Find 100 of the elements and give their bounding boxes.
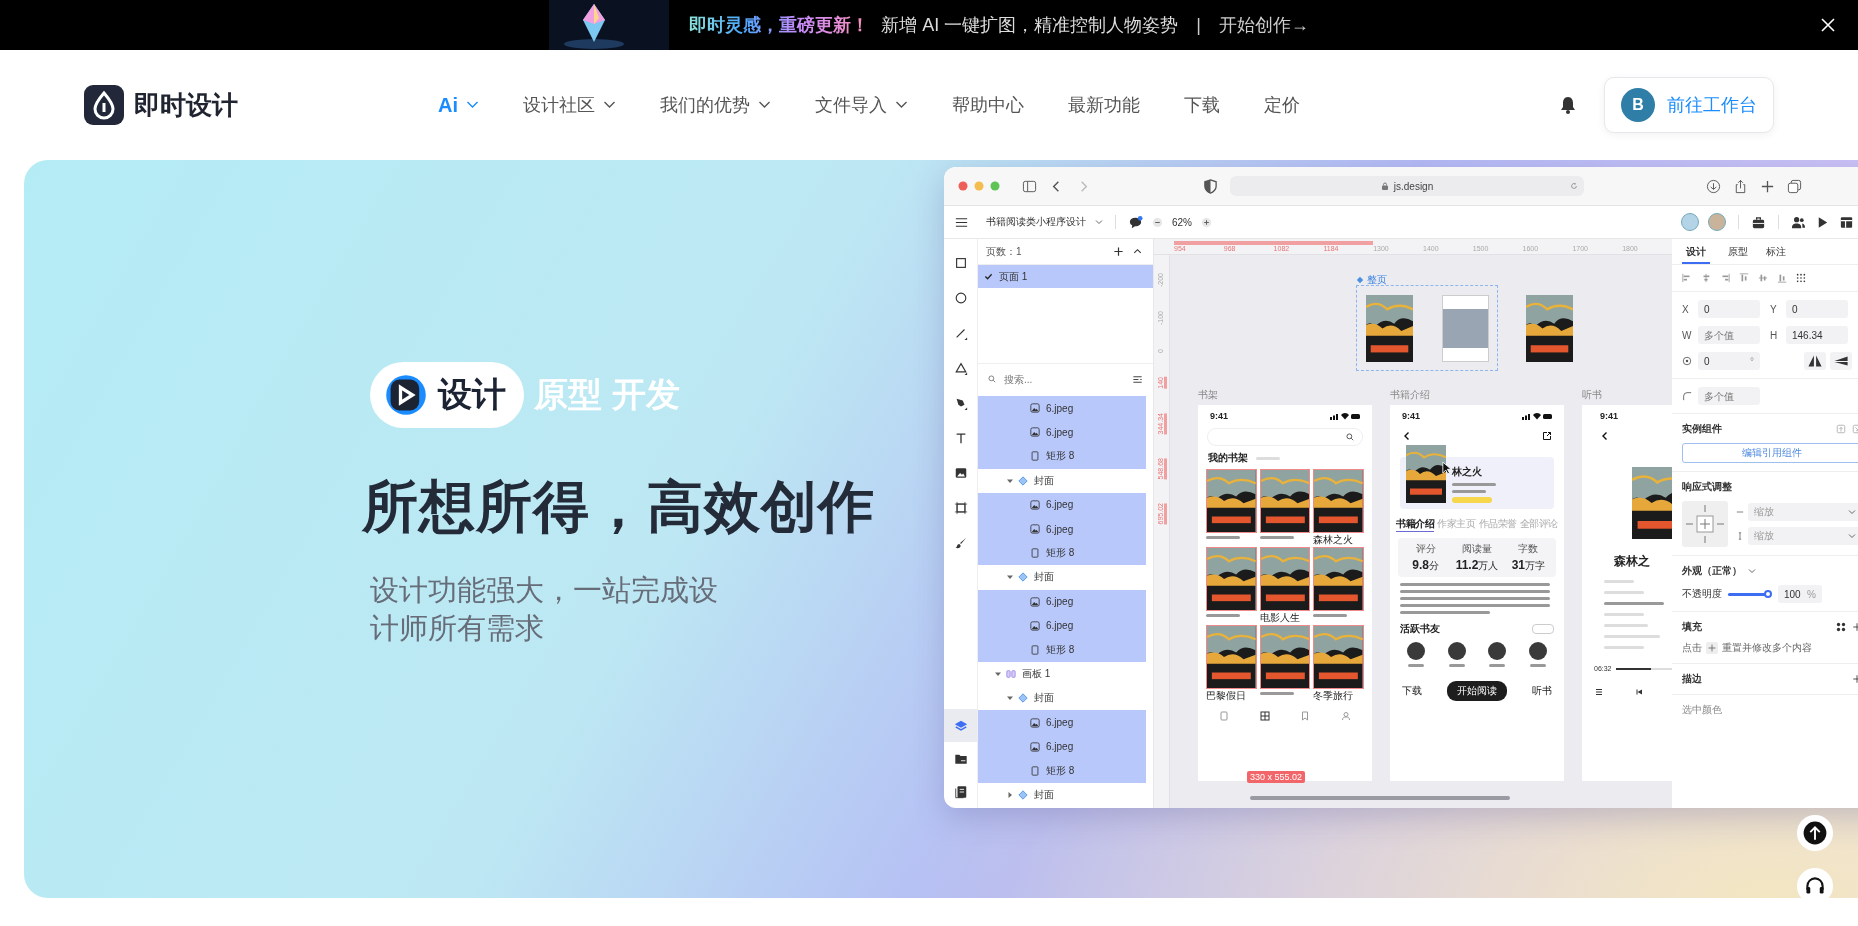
address-bar[interactable]: js.design — [1230, 176, 1584, 196]
flip-vertical-icon[interactable] — [1830, 352, 1852, 370]
back-icon[interactable] — [1600, 431, 1610, 441]
layer-item[interactable]: 封面 — [978, 783, 1146, 808]
slider-thumb[interactable] — [1764, 590, 1772, 598]
nav-item[interactable]: 设计社区 — [523, 93, 616, 117]
nav-item[interactable]: 定价 — [1264, 93, 1300, 117]
radius-field[interactable]: 多个值 — [1698, 387, 1760, 405]
align-icon[interactable] — [1739, 273, 1749, 283]
shield-icon[interactable] — [1203, 178, 1218, 194]
nav-item[interactable]: 帮助中心 — [952, 93, 1024, 117]
share-icon[interactable] — [1542, 431, 1552, 441]
ellipse-tool-icon[interactable] — [953, 290, 968, 305]
list-icon[interactable] — [1594, 687, 1604, 697]
tab[interactable]: 书籍介绍 — [1396, 517, 1434, 532]
brand-name[interactable]: 即时设计 — [134, 87, 238, 123]
nav-item[interactable]: 下载 — [1184, 93, 1220, 117]
layer-item[interactable]: 封面 — [978, 565, 1146, 590]
tabs-overview-icon[interactable] — [1787, 178, 1802, 194]
nav-item[interactable]: 我们的优势 — [660, 93, 771, 117]
book-icon[interactable] — [953, 784, 968, 799]
comment-icon[interactable] — [1128, 214, 1143, 230]
layer-item[interactable]: 6.jpeg — [978, 492, 1146, 517]
align-icon[interactable] — [1758, 273, 1768, 283]
search-field[interactable] — [1208, 429, 1362, 445]
layer-item[interactable]: 6.jpeg — [978, 613, 1146, 638]
close-icon[interactable] — [1820, 17, 1836, 33]
number-field[interactable]: 多个值 — [1698, 326, 1760, 344]
text-placeholder — [1604, 613, 1644, 616]
align-icon[interactable] — [1720, 273, 1730, 283]
brush-tool-icon[interactable] — [953, 535, 968, 550]
nav-item[interactable]: 最新功能 — [1068, 93, 1140, 117]
logo-icon[interactable] — [84, 85, 124, 125]
bookmark-icon[interactable] — [1300, 711, 1311, 721]
number-field[interactable]: 146.34 — [1786, 326, 1848, 344]
triangle-tool-icon[interactable] — [953, 360, 968, 375]
workspace-button[interactable]: B 前往工作台 — [1604, 77, 1774, 133]
add-page-icon[interactable] — [1113, 246, 1124, 257]
edit-component-button[interactable]: 编辑引用组件 — [1682, 443, 1858, 463]
zoom-in-icon[interactable] — [1201, 216, 1212, 228]
user-icon[interactable] — [1340, 711, 1351, 721]
add-icon[interactable] — [1706, 642, 1718, 654]
file-name[interactable]: 书籍阅读类小程序设计 — [986, 215, 1086, 229]
image-tool-icon[interactable] — [953, 465, 968, 480]
opacity-slider[interactable] — [1728, 590, 1772, 598]
toolbox-icon[interactable] — [1751, 214, 1766, 230]
align-icon[interactable] — [1701, 273, 1711, 283]
headset-icon[interactable] — [1796, 867, 1834, 898]
layer-item[interactable]: 画板 1 — [978, 662, 1146, 687]
opacity-field[interactable]: 100 % — [1778, 585, 1822, 603]
zoom-level[interactable]: 62% — [1172, 216, 1192, 228]
scrollbar[interactable] — [1250, 796, 1510, 800]
number-field[interactable]: 0 — [1698, 300, 1760, 318]
frame-tool-icon[interactable] — [953, 500, 968, 515]
layer-item[interactable]: 6.jpeg — [978, 589, 1146, 614]
styles-icon[interactable] — [1836, 622, 1846, 632]
inspector-tab[interactable]: 设计 — [1682, 239, 1710, 264]
layer-search-field[interactable]: 搜索... — [1002, 372, 1126, 386]
notification-bell-icon[interactable] — [1558, 95, 1578, 115]
inspector-tab[interactable]: 标注 — [1766, 239, 1786, 264]
align-icon[interactable] — [1682, 273, 1692, 283]
start-reading-button[interactable]: 开始阅读 — [1447, 681, 1507, 701]
sidebar-icon[interactable] — [1022, 178, 1037, 194]
layer-item[interactable]: 6.jpeg — [978, 396, 1146, 421]
layer-item[interactable]: 6.jpeg — [978, 734, 1146, 759]
layer-item[interactable]: 封面 — [978, 686, 1146, 711]
zoom-out-icon[interactable] — [1152, 216, 1163, 228]
align-icon[interactable] — [1777, 273, 1787, 283]
layer-item[interactable]: 矩形 8 — [978, 758, 1146, 783]
layout-icon[interactable] — [1839, 214, 1854, 230]
filter-icon[interactable] — [1132, 373, 1143, 385]
layer-item[interactable]: 矩形 8 — [978, 444, 1146, 469]
layer-item[interactable]: 矩形 8 — [978, 637, 1146, 663]
rotation-field[interactable]: 0 ° — [1698, 352, 1760, 370]
download-icon[interactable] — [1706, 178, 1721, 194]
number-field[interactable]: 0 — [1786, 300, 1848, 318]
layer-item[interactable]: 矩形 8 — [978, 541, 1146, 566]
action-link[interactable]: 下载 — [1402, 684, 1422, 698]
back-to-top-icon[interactable] — [1796, 814, 1834, 852]
layer-item[interactable]: 封面 — [978, 468, 1146, 493]
action-link[interactable]: 听书 — [1532, 684, 1552, 698]
rectangle-tool-icon[interactable] — [953, 255, 968, 270]
grid-icon[interactable] — [1259, 711, 1270, 721]
previous-icon[interactable] — [1634, 687, 1644, 697]
layers-icon[interactable] — [953, 718, 968, 733]
page-item[interactable]: 页面 1 — [978, 265, 1153, 288]
inspector-tab[interactable]: 原型 — [1728, 239, 1748, 264]
start-creating-link[interactable]: 开始创作→ — [1218, 13, 1309, 37]
people-icon[interactable] — [1791, 214, 1806, 230]
new-tab-icon[interactable] — [1760, 178, 1775, 194]
nav-item[interactable]: 文件导入 — [815, 93, 908, 117]
flip-horizontal-icon[interactable] — [1804, 352, 1826, 370]
layer-item[interactable]: 6.jpeg — [978, 516, 1146, 542]
caret-icon[interactable] — [1006, 791, 1014, 800]
layer-item[interactable]: 6.jpeg — [978, 420, 1146, 445]
component-icon — [1018, 790, 1028, 801]
layer-item[interactable]: 6.jpeg — [978, 710, 1146, 735]
section-title[interactable]: 外观（正常） — [1682, 564, 1742, 578]
grid-dots-icon[interactable] — [1796, 273, 1806, 283]
back-icon[interactable] — [1402, 431, 1412, 441]
